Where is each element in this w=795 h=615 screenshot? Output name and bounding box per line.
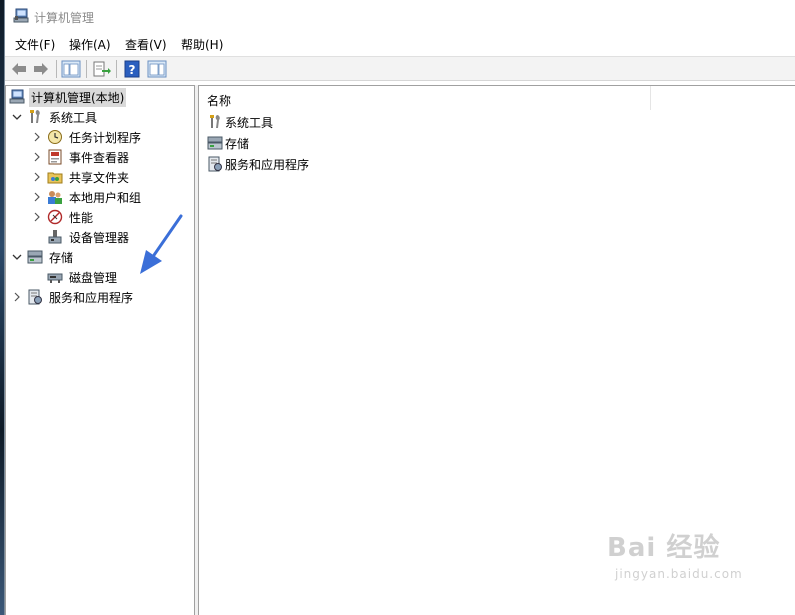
- list-item-system-tools[interactable]: 系统工具: [207, 112, 273, 132]
- menu-bar: 文件(F) 操作(A) 查看(V) 帮助(H): [5, 33, 795, 55]
- tree-item-storage[interactable]: 存储: [11, 247, 75, 267]
- chevron-down-icon[interactable]: [11, 251, 23, 263]
- toolbar-separator: [56, 60, 57, 78]
- menu-help[interactable]: 帮助(H): [181, 36, 223, 53]
- computer-management-icon: [9, 89, 25, 104]
- watermark-main: Bai 经验: [607, 533, 721, 563]
- tree-item-shared-folders[interactable]: 共享文件夹: [31, 167, 131, 187]
- tree-label: 存储: [49, 250, 74, 265]
- forward-arrow-icon[interactable]: [31, 60, 51, 78]
- chevron-right-icon[interactable]: [31, 171, 43, 183]
- tree-label: 系统工具: [49, 110, 98, 125]
- tree-item-task-scheduler[interactable]: 任务计划程序: [31, 127, 143, 147]
- chevron-down-icon[interactable]: [11, 111, 23, 123]
- toolbar-separator: [116, 60, 117, 78]
- computer-management-icon: [13, 8, 29, 23]
- storage-icon: [207, 136, 223, 150]
- tree-label: 服务和应用程序: [49, 290, 134, 305]
- tree-label: 性能: [69, 210, 94, 225]
- tree-label: 计算机管理(本地): [29, 87, 127, 107]
- back-arrow-icon[interactable]: [9, 60, 29, 78]
- chevron-right-icon[interactable]: [11, 291, 23, 303]
- tree-label: 共享文件夹: [69, 170, 130, 185]
- chevron-right-icon[interactable]: [31, 191, 43, 203]
- storage-icon: [27, 250, 43, 264]
- toolbar: ?: [5, 56, 795, 81]
- menu-action[interactable]: 操作(A): [69, 36, 111, 53]
- list-item-label: 服务和应用程序: [225, 157, 310, 172]
- toolbar-separator: [86, 60, 87, 78]
- svg-text:?: ?: [129, 63, 136, 77]
- menu-view[interactable]: 查看(V): [125, 36, 167, 53]
- tree-label: 本地用户和组: [69, 190, 142, 205]
- shared-folder-icon: [47, 172, 63, 184]
- chevron-right-icon[interactable]: [31, 131, 43, 143]
- tree-item-services-apps[interactable]: 服务和应用程序: [11, 287, 135, 307]
- tree-item-event-viewer[interactable]: 事件查看器: [31, 147, 131, 167]
- chevron-right-icon[interactable]: [31, 211, 43, 223]
- device-manager-icon: [48, 230, 62, 244]
- title-bar: 计算机管理: [5, 0, 795, 32]
- services-apps-icon: [208, 156, 222, 172]
- event-viewer-icon: [48, 149, 62, 165]
- list-item-storage[interactable]: 存储: [207, 133, 249, 153]
- annotation-arrow: [140, 214, 183, 274]
- watermark-sub: jingyan.baidu.com: [615, 567, 743, 581]
- column-header-name[interactable]: 名称: [199, 86, 651, 110]
- tree-label: 任务计划程序: [69, 130, 142, 145]
- console-tree: 计算机管理(本地) 系统工具 任务计划程序 事件查看器 共享文件夹 本地用户和组…: [5, 85, 195, 615]
- tree-item-local-users-groups[interactable]: 本地用户和组: [31, 187, 143, 207]
- tree-item-computer-management[interactable]: 计算机管理(本地): [9, 87, 127, 107]
- window-title: 计算机管理: [34, 11, 95, 25]
- performance-icon: [47, 209, 63, 225]
- show-hide-console-tree-icon[interactable]: [61, 60, 81, 78]
- menu-file[interactable]: 文件(F): [15, 36, 55, 53]
- show-action-pane-icon[interactable]: [147, 60, 167, 78]
- list-item-label: 存储: [225, 136, 250, 151]
- tree-item-device-manager[interactable]: 设备管理器: [31, 227, 131, 247]
- computer-management-window: 计算机管理 文件(F) 操作(A) 查看(V) 帮助(H) ? 计算机管理(本地…: [4, 0, 795, 615]
- disk-management-icon: [47, 273, 63, 283]
- tree-label: 设备管理器: [69, 230, 130, 245]
- chevron-right-icon[interactable]: [31, 151, 43, 163]
- list-item-label: 系统工具: [225, 115, 274, 130]
- column-header-label: 名称: [207, 94, 232, 108]
- baidu-watermark: Bai 经验 jingyan.baidu.com: [607, 527, 757, 587]
- help-icon[interactable]: ?: [123, 60, 143, 78]
- tree-item-performance[interactable]: 性能: [31, 207, 95, 227]
- system-tools-icon: [210, 115, 220, 128]
- tree-label: 事件查看器: [69, 150, 130, 165]
- users-group-icon: [48, 191, 62, 204]
- tree-item-disk-management[interactable]: 磁盘管理: [31, 267, 119, 287]
- tree-label: 磁盘管理: [69, 270, 118, 285]
- list-item-services-apps[interactable]: 服务和应用程序: [207, 154, 309, 174]
- clock-icon: [48, 130, 62, 144]
- tree-item-system-tools[interactable]: 系统工具: [11, 107, 99, 127]
- services-apps-icon: [28, 289, 42, 305]
- system-tools-icon: [30, 110, 40, 123]
- export-list-icon[interactable]: [91, 60, 111, 78]
